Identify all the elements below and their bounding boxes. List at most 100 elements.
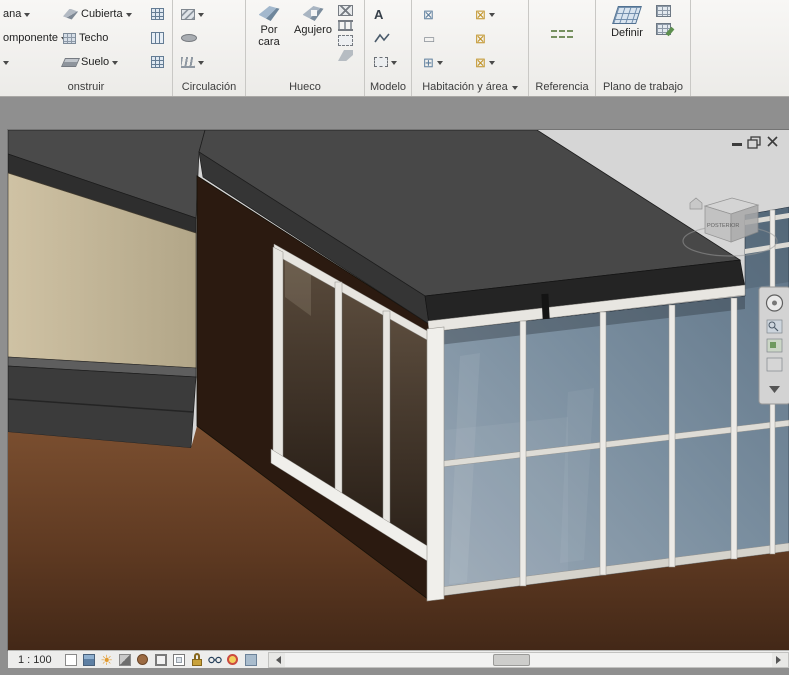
stairs-icon [181,9,195,20]
ribbon: ana omponente Cubierta [0,0,789,97]
room-separator-icon: ▭ [423,32,435,45]
model-group-icon [374,57,388,67]
construir-col-left: ana omponente [0,3,57,73]
suelo-label: Suelo [81,56,109,68]
displacement-icon[interactable] [244,653,258,667]
hide-isolate-icon[interactable] [208,653,222,667]
panel-modelo: A Modelo [365,0,412,96]
ventana-label: ana [3,8,21,20]
ribbon-item-techo[interactable]: Techo [60,27,146,49]
panel-label-modelo: Modelo [365,79,411,95]
workplane-viewer-icon[interactable] [656,23,671,35]
mullion-button[interactable] [148,51,170,73]
steering-wheel-hub [772,301,777,306]
panel-label-plano-trabajo: Plano de trabajo [596,79,690,95]
ribbon-item-componente[interactable]: omponente [0,27,57,49]
scroll-left-arrow[interactable] [269,653,285,667]
railing-icon [181,57,195,68]
ribbon-item-cubierta[interactable]: Cubierta [60,3,146,25]
scroll-right-arrow[interactable] [772,653,788,667]
chevron-down-icon [112,61,118,68]
chevron-down-icon [489,13,495,20]
cubierta-label: Cubierta [81,8,123,20]
tag-room-button[interactable]: ⊠ [472,3,522,25]
tag-area-boundary-button[interactable]: ⊠ [472,51,522,73]
shaft-hole-icon [303,6,324,21]
chevron-down-icon [198,13,204,20]
construir-col-right [148,3,170,73]
panel-label-hueco: Hueco [246,79,364,95]
por-cara-button[interactable]: Por cara [250,3,288,67]
workplane-icon [612,6,642,24]
scrollbar-thumb[interactable] [493,654,530,666]
curtain-grid-button[interactable] [148,27,170,49]
drawing-area[interactable]: POSTERIOR [8,130,789,650]
panel-label-construir: onstruir [0,79,172,95]
left-triangle-icon [272,656,281,664]
floor-icon [61,58,80,67]
room-button[interactable]: ⊠ [420,3,464,25]
stairs-button[interactable] [178,3,238,25]
wall-opening-icon[interactable] [338,20,353,31]
shaft-opening-icon[interactable] [338,5,353,16]
vertical-opening-icon[interactable] [338,35,353,46]
mullion-icon [151,56,164,68]
lock-view-icon[interactable] [190,653,204,667]
panel-plano-trabajo: Definir Plano de trabajo [596,0,691,96]
ribbon-item-ventana[interactable]: ana [0,3,57,25]
shadows-icon[interactable] [118,653,132,667]
scale-indicator[interactable]: 1 : 100 [18,654,52,666]
dormer-opening-icon[interactable] [338,50,353,61]
viewcube-face-label: POSTERIOR [707,223,739,229]
reveal-hidden-icon[interactable] [226,653,240,667]
crop-view-icon[interactable] [154,653,168,667]
model-group-button[interactable] [371,51,407,73]
model-text-icon: A [374,7,383,22]
ramp-icon [181,34,197,42]
view-control-bar: 1 : 100 ☀ [8,650,789,668]
panel-circulacion: Circulación [173,0,246,96]
panel-label-habitacion[interactable]: Habitación y área [412,79,528,95]
tag-room-icon: ⊠ [475,8,486,21]
area-icon: ⊞ [423,56,434,69]
curtain-system-button[interactable] [148,3,170,25]
sun-path-icon[interactable]: ☀ [100,653,114,667]
room-separator-button[interactable]: ▭ [420,27,464,49]
railing-button[interactable] [178,51,238,73]
show-workplane-icon[interactable] [656,5,671,17]
navigation-bar[interactable] [759,287,789,404]
room-icon: ⊠ [423,8,434,21]
minimize-icon[interactable] [732,143,742,146]
reference-plane-icon[interactable] [551,28,573,38]
ribbon-item-suelo[interactable]: Suelo [60,51,146,73]
definir-button[interactable]: Definir [604,3,650,67]
pan-tool-icon[interactable] [767,358,782,371]
rendering-icon[interactable] [136,653,150,667]
model-text-button[interactable]: A [371,3,407,25]
ceiling-icon [63,33,76,44]
chevron-down-icon [3,61,9,68]
tag-area-button[interactable]: ⊠ [472,27,522,49]
scrollbar-track[interactable] [285,653,772,667]
glasses-icon [208,656,222,664]
model-line-button[interactable] [371,27,407,49]
tag-area-icon: ⊠ [475,32,486,45]
horizontal-scrollbar[interactable] [268,652,789,668]
restore-icon-front[interactable] [748,140,757,148]
show-crop-icon[interactable] [172,653,186,667]
area-button[interactable]: ⊞ [420,51,464,73]
panel-label-circulacion: Circulación [173,79,245,95]
ribbon-item-pilar[interactable] [0,51,57,73]
construir-col-mid: Cubierta Techo Suelo [60,3,146,73]
select-region-icon[interactable] [64,653,78,667]
por-cara-label: Por cara [252,24,286,48]
chevron-down-icon [391,61,397,68]
roof-icon [63,9,78,20]
chevron-down-icon [489,61,495,68]
visual-style-icon[interactable] [82,653,96,667]
model-line-icon [374,32,390,44]
agujero-label: Agujero [294,24,332,36]
agujero-button[interactable]: Agujero [290,3,336,67]
panel-construir: ana omponente Cubierta [0,0,173,96]
ramp-button[interactable] [178,27,238,49]
